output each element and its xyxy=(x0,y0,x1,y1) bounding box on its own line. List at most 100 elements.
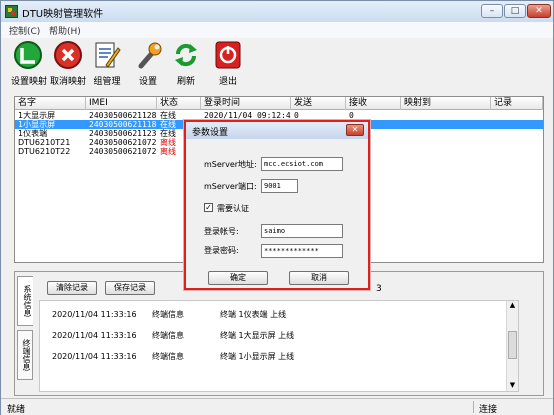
log-row[interactable]: 2020/11/04 11:33:16 终端信息 终端 1大显示屏 上线 xyxy=(40,330,518,342)
cell-name: 1小显示屏 xyxy=(18,120,56,129)
log-type: 终端信息 xyxy=(152,352,184,361)
server-address-input[interactable]: mcc.ecsiot.com xyxy=(261,157,343,171)
log-time: 2020/11/04 11:33:16 xyxy=(52,352,137,361)
col-imei[interactable]: IMEI xyxy=(86,97,157,110)
title-bar: DTU映射管理软件 – □ ✕ xyxy=(1,1,553,22)
cell-map xyxy=(401,111,491,120)
menu-help[interactable]: 帮助(H) xyxy=(49,24,81,37)
col-login-time[interactable]: 登录时间 xyxy=(201,97,291,110)
cancel-button[interactable]: 取消 xyxy=(289,271,349,285)
port-label: mServer端口: xyxy=(204,182,257,191)
col-map-to[interactable]: 映射到 xyxy=(401,97,491,110)
table-row[interactable]: 1大显示屏 240305006211282 在线 2020/11/04 09:12:4… xyxy=(15,111,543,120)
log-time: 2020/11/04 11:33:16 xyxy=(52,331,137,340)
col-send[interactable]: 发送 xyxy=(291,97,346,110)
settings-dialog: 参数设置 ✕ mServer地址: mcc.ecsiot.com mServer… xyxy=(184,120,370,290)
log-msg: 终端 1仪表端 上线 xyxy=(220,310,287,319)
app-window: DTU映射管理软件 – □ ✕ 控制(C) 帮助(H) 设置映射 取消映射 组管… xyxy=(0,0,554,415)
clear-log-button[interactable]: 清除记录 xyxy=(47,281,97,295)
dialog-title: 参数设置 xyxy=(192,128,229,138)
account-input[interactable]: saimo xyxy=(261,224,343,238)
status-bar: 就绪 连接 xyxy=(1,398,553,415)
cell-imei: 240305006210721 xyxy=(89,138,157,147)
log-msg: 终端 1小显示屏 上线 xyxy=(220,352,295,361)
col-log[interactable]: 记录 xyxy=(491,97,543,110)
server-label: mServer地址: xyxy=(204,160,257,169)
cell-log xyxy=(491,129,543,138)
cell-name: DTU6210T21 xyxy=(18,138,71,147)
stop-icon xyxy=(53,40,83,70)
log-type: 终端信息 xyxy=(152,331,184,340)
cell-map xyxy=(401,138,491,147)
col-status[interactable]: 状态 xyxy=(157,97,201,110)
set-mapping-button[interactable]: 设置映射 xyxy=(11,38,47,90)
tab-system-info[interactable]: 系统信息 xyxy=(17,276,33,326)
cell-map xyxy=(401,120,491,129)
cell-name: 1大显示屏 xyxy=(18,111,56,120)
col-name[interactable]: 名字 xyxy=(15,97,86,110)
log-msg: 终端 1大显示屏 上线 xyxy=(220,331,295,340)
account-label: 登录帐号: xyxy=(204,227,239,236)
group-manage-button[interactable]: 组管理 xyxy=(91,38,123,90)
settings-label: 设置 xyxy=(138,77,157,87)
dialog-title-bar: 参数设置 ✕ xyxy=(186,122,368,139)
tab-terminal-info[interactable]: 终端信息 xyxy=(17,330,33,380)
cell-log xyxy=(491,120,543,129)
log-row[interactable]: 2020/11/04 11:33:16 终端信息 终端 1小显示屏 上线 xyxy=(40,351,518,363)
status-ready: 就绪 xyxy=(7,405,26,415)
window-title: DTU映射管理软件 xyxy=(22,9,104,20)
table-header: 名字 IMEI 状态 登录时间 发送 接收 映射到 记录 xyxy=(15,97,543,110)
server-port-input[interactable]: 9001 xyxy=(261,179,298,193)
wrench-icon xyxy=(133,40,163,70)
close-button[interactable]: ✕ xyxy=(527,4,551,18)
status-connection: 连接 xyxy=(479,405,498,415)
save-log-button[interactable]: 保存记录 xyxy=(105,281,155,295)
log-row[interactable]: 2020/11/04 11:33:16 终端信息 终端 1仪表端 上线 xyxy=(40,309,518,321)
cell-log xyxy=(491,111,543,120)
exit-button[interactable]: 退出 xyxy=(213,38,243,90)
minimize-button[interactable]: – xyxy=(481,4,503,18)
group-icon xyxy=(92,40,122,70)
toolbar: 设置映射 取消映射 组管理 设置 刷新 退出 xyxy=(1,38,553,90)
online-count: 3 xyxy=(376,284,382,294)
password-input[interactable]: ************* xyxy=(261,244,343,258)
log-type: 终端信息 xyxy=(152,310,184,319)
password-label: 登录密码: xyxy=(204,246,239,255)
exit-label: 退出 xyxy=(218,77,237,87)
cell-recv: 0 xyxy=(349,111,354,120)
ok-button[interactable]: 确定 xyxy=(208,271,268,285)
cell-imei: 240305006211238 xyxy=(89,129,157,138)
menu-bar: 控制(C) 帮助(H) xyxy=(1,22,553,38)
refresh-label: 刷新 xyxy=(176,77,195,87)
cancel-mapping-button[interactable]: 取消映射 xyxy=(49,38,87,90)
menu-control[interactable]: 控制(C) xyxy=(9,24,40,37)
dialog-close-button[interactable]: ✕ xyxy=(346,124,364,136)
cell-status: 在线 xyxy=(160,111,176,120)
cell-imei: 240305006211282 xyxy=(89,111,157,120)
log-list: 2020/11/04 11:33:16 终端信息 终端 1仪表端 上线 2020/11… xyxy=(39,300,519,392)
cell-imei: 240305006211186 xyxy=(89,120,157,129)
settings-button[interactable]: 设置 xyxy=(133,38,163,90)
cell-log xyxy=(491,147,543,156)
start-icon xyxy=(13,40,43,70)
app-icon xyxy=(5,5,18,18)
cell-imei: 240305006210722 xyxy=(89,147,157,156)
cell-name: DTU6210T22 xyxy=(18,147,71,156)
cell-name: 1仪表端 xyxy=(18,129,48,138)
cell-login: 2020/11/04 09:12:48 xyxy=(204,111,291,120)
cell-send: 0 xyxy=(294,111,299,120)
cancel-mapping-label: 取消映射 xyxy=(49,77,86,87)
auth-checkbox[interactable]: ✓ xyxy=(204,203,213,212)
panel-tabs: 系统信息 终端信息 xyxy=(15,272,37,395)
cell-log xyxy=(491,138,543,147)
cell-map xyxy=(401,129,491,138)
maximize-button[interactable]: □ xyxy=(504,4,526,18)
log-time: 2020/11/04 11:33:16 xyxy=(52,310,137,319)
refresh-icon xyxy=(171,40,201,70)
cell-map xyxy=(401,147,491,156)
log-scrollbar[interactable]: ▲ ▼ xyxy=(506,301,518,391)
exit-icon xyxy=(213,40,243,70)
col-recv[interactable]: 接收 xyxy=(346,97,401,110)
auth-label: 需要认证 xyxy=(217,204,249,213)
refresh-button[interactable]: 刷新 xyxy=(171,38,201,90)
